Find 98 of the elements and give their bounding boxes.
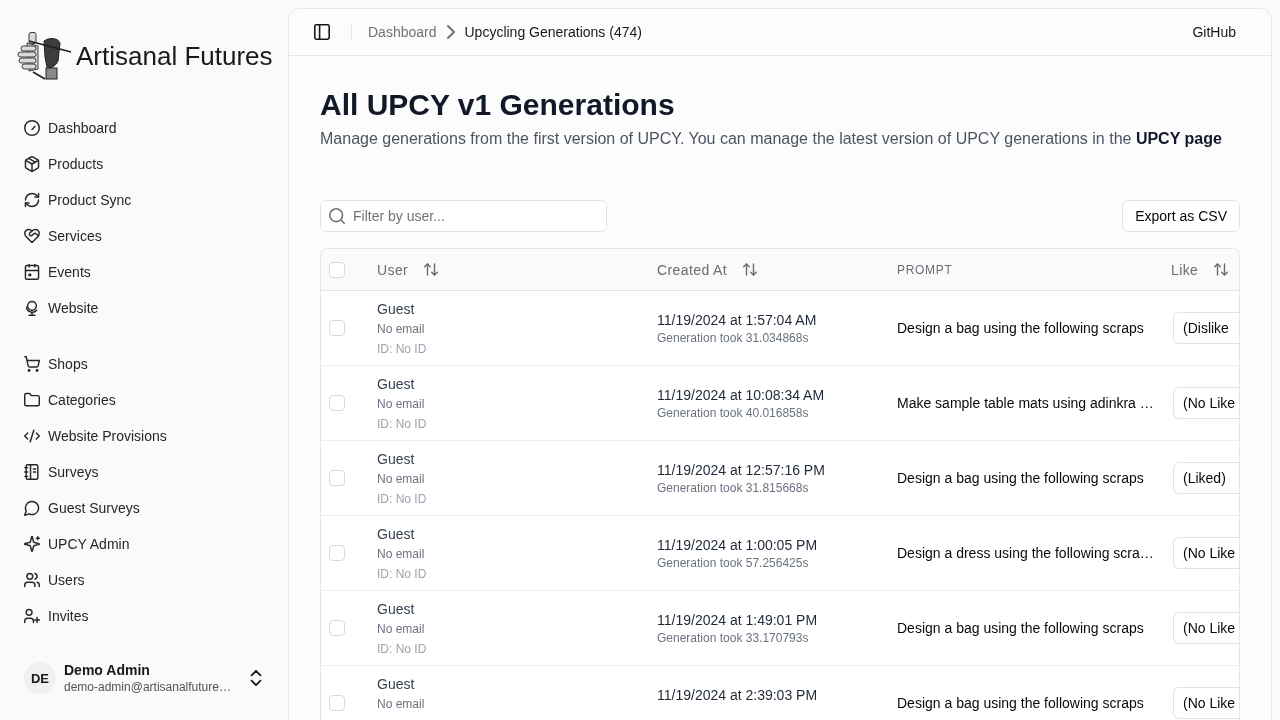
sidebar-item[interactable]: Events	[16, 256, 272, 288]
sidebar-item[interactable]: Categories	[16, 384, 272, 416]
row-checkbox[interactable]	[329, 395, 345, 411]
user-id: ID: No ID	[377, 566, 427, 583]
column-header[interactable]: Created At	[657, 261, 758, 278]
heart-handshake-icon	[24, 228, 40, 244]
user-id: ID: No ID	[377, 341, 427, 358]
user-email: No email	[377, 321, 425, 338]
sidebar-item[interactable]: Services	[16, 220, 272, 252]
like-button[interactable]: (Dislike	[1173, 312, 1239, 344]
sidebar-item[interactable]: Website	[16, 292, 272, 324]
github-link[interactable]: GitHub	[1192, 24, 1236, 40]
generation-time: Generation took 40.016858s	[657, 405, 809, 421]
user-name: Guest	[377, 375, 415, 394]
users-icon	[24, 572, 40, 588]
like-button[interactable]: (Liked)	[1173, 462, 1239, 494]
globe-stand-icon	[24, 300, 40, 316]
user-name: Guest	[377, 600, 415, 619]
created-date: 11/19/2024 at 1:57:04 AM	[657, 311, 817, 330]
user-id: ID: No ID	[377, 491, 427, 508]
user-avatar: DE	[24, 662, 56, 694]
breadcrumb-link[interactable]: Dashboard	[368, 24, 437, 40]
row-checkbox[interactable]	[329, 545, 345, 561]
prompt-text: Design a bag using the following scraps	[897, 470, 1144, 486]
created-date: 11/19/2024 at 1:49:01 PM	[657, 611, 818, 630]
chevrons-up-down-icon[interactable]	[248, 670, 264, 686]
sidebar-item[interactable]: UPCY Admin	[16, 528, 272, 560]
shopping-cart-icon	[24, 356, 40, 372]
user-email: demo-admin@artisanalfuture…	[64, 679, 232, 695]
row-checkbox[interactable]	[329, 320, 345, 336]
sidebar-item[interactable]: Shops	[16, 348, 272, 380]
prompt-text: Design a bag using the following scraps	[897, 620, 1144, 636]
hands-logo-icon	[16, 32, 72, 80]
sidebar-item[interactable]: Product Sync	[16, 184, 272, 216]
generation-time: Generation took 33.170793s	[657, 630, 809, 646]
sidebar-item[interactable]: Users	[16, 564, 272, 596]
user-email: No email	[377, 696, 425, 713]
created-date: 11/19/2024 at 2:39:03 PM	[657, 686, 818, 705]
user-email: No email	[377, 546, 425, 563]
user-name: Guest	[377, 525, 415, 544]
chevron-right-icon	[446, 25, 455, 39]
page-title: All UPCY v1 Generations	[320, 87, 676, 123]
user-name: Demo Admin	[64, 661, 151, 679]
user-email: No email	[377, 471, 425, 488]
prompt-text: Design a bag using the following scraps	[897, 320, 1144, 336]
calendar-icon	[24, 264, 40, 280]
refresh-icon	[24, 192, 40, 208]
gauge-icon	[24, 120, 40, 136]
up-down-arrows-icon	[1214, 263, 1229, 276]
page-description: Manage generations from the first version of UPCY. You can manage the latest version of UPCY generations in the UPCY page	[320, 129, 1223, 149]
search-icon	[329, 208, 345, 224]
created-date: 11/19/2024 at 1:00:05 PM	[657, 536, 818, 555]
user-name: Guest	[377, 450, 415, 469]
user-name: Guest	[377, 675, 415, 694]
like-button[interactable]: (No Like	[1173, 612, 1239, 644]
package-icon	[24, 156, 40, 172]
column-header[interactable]: Like	[1171, 261, 1229, 278]
sidebar-item[interactable]: Guest Surveys	[16, 492, 272, 524]
created-date: 11/19/2024 at 10:08:34 AM	[657, 386, 825, 405]
breadcrumb-current: Upcycling Generations (474)	[464, 24, 642, 40]
like-button[interactable]: (No Like	[1173, 387, 1239, 419]
generation-time: Generation took 57.256425s	[657, 555, 809, 571]
user-id: ID: No ID	[377, 641, 427, 658]
up-down-arrows-icon	[743, 263, 758, 276]
prompt-text: Design a bag using the following scraps	[897, 695, 1144, 711]
user-plus-icon	[24, 608, 40, 624]
user-name: Guest	[377, 300, 415, 319]
row-checkbox[interactable]	[329, 695, 345, 711]
generation-time: Generation took 31.815668s	[657, 480, 809, 496]
column-header: PROMPT	[897, 262, 953, 277]
row-checkbox[interactable]	[329, 620, 345, 636]
brand-name: Artisanal Futures	[76, 40, 273, 72]
column-header[interactable]: User	[377, 261, 439, 278]
sidebar-item[interactable]: Website Provisions	[16, 420, 272, 452]
folder-icon	[24, 392, 40, 408]
user-email: No email	[377, 621, 425, 638]
filter-field[interactable]: Filter by user...	[320, 200, 607, 232]
sidebar-toggle-icon[interactable]	[314, 24, 330, 40]
code-icon	[24, 428, 40, 444]
prompt-text: Design a dress using the following scra…	[897, 545, 1154, 561]
user-email: No email	[377, 396, 425, 413]
prompt-text: Make sample table mats using adinkra …	[897, 395, 1154, 411]
user-id: ID: No ID	[377, 416, 427, 433]
sparkles-icon	[24, 536, 40, 552]
like-button[interactable]: (No Like	[1173, 687, 1239, 719]
select-all-checkbox[interactable]	[329, 261, 345, 278]
sidebar-item[interactable]: Invites	[16, 600, 272, 632]
notebook-icon	[24, 464, 40, 480]
sidebar-item[interactable]: Dashboard	[16, 112, 272, 144]
like-button[interactable]: (No Like	[1173, 537, 1239, 569]
chat-bubble-icon	[24, 500, 40, 516]
created-date: 11/19/2024 at 12:57:16 PM	[657, 461, 825, 480]
row-checkbox[interactable]	[329, 470, 345, 486]
generation-time: Generation took 31.034868s	[657, 330, 809, 346]
up-down-arrows-icon	[424, 263, 439, 276]
sidebar-item[interactable]: Products	[16, 148, 272, 180]
sidebar-item[interactable]: Surveys	[16, 456, 272, 488]
export-button[interactable]: Export as CSV	[1122, 200, 1240, 232]
